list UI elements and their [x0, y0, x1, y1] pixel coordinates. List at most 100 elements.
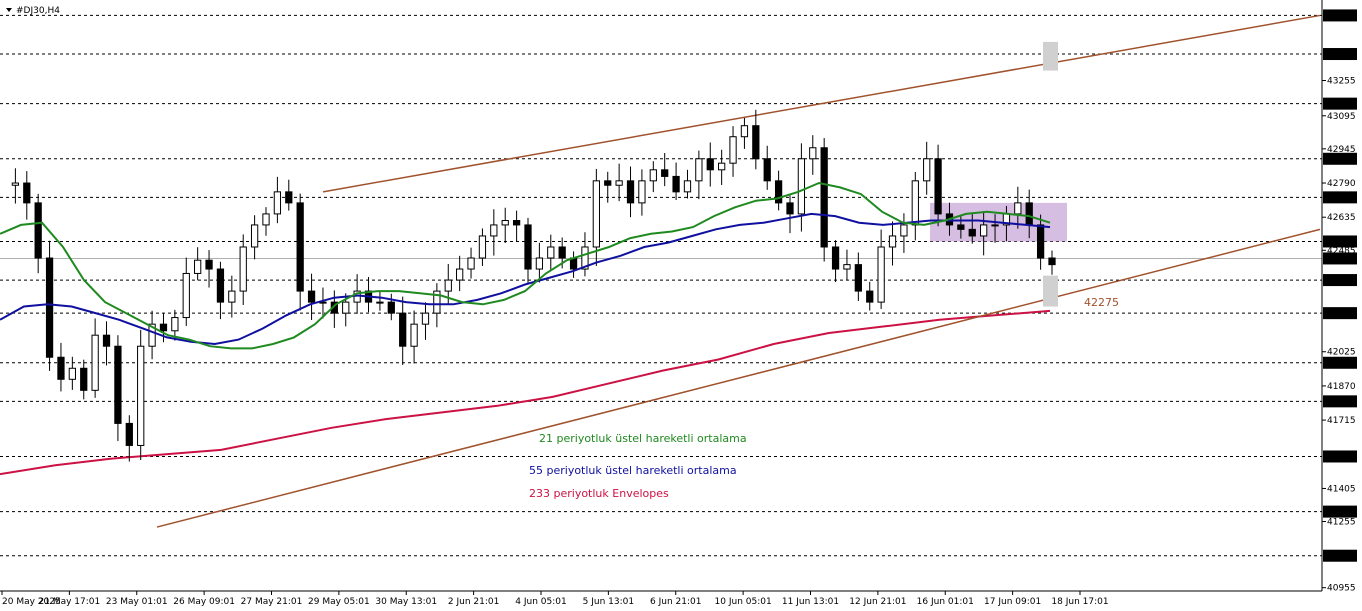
- candle-body: [638, 180, 646, 204]
- candle-body: [626, 180, 635, 204]
- legend-env233: 233 periyotluk Envelopes: [529, 487, 669, 500]
- candle-body: [102, 334, 111, 347]
- candle-body: [592, 180, 600, 248]
- price-level-label: 43150: [1326, 100, 1355, 110]
- candle-body: [683, 180, 692, 193]
- axis-tick-label: 41255: [1327, 518, 1356, 528]
- time-label: 4 Jun 05:01: [515, 597, 566, 607]
- time-label: 12 Jun 21:01: [849, 597, 906, 607]
- candle-body: [273, 191, 282, 215]
- time-label: 23 May 01:01: [106, 597, 168, 607]
- axis-tick-label: 41715: [1327, 416, 1356, 426]
- candle-body: [421, 312, 430, 325]
- candle-body: [1036, 224, 1045, 259]
- candle-body: [456, 268, 464, 281]
- candle-body: [877, 246, 885, 303]
- candle-body: [444, 279, 452, 292]
- candle-body: [467, 257, 475, 270]
- candle-body: [239, 246, 247, 292]
- price-level-label: 43550: [1326, 11, 1355, 21]
- candle-body: [672, 175, 680, 193]
- time-label: 5 Jun 13:01: [583, 597, 634, 607]
- candle-body: [307, 290, 316, 303]
- candle-body: [740, 125, 749, 138]
- target-marker-upper: [1043, 41, 1058, 71]
- candle-body: [718, 162, 726, 171]
- candle-body: [410, 323, 418, 347]
- price-level-label: 41550: [1326, 452, 1355, 462]
- time-label: 29 May 05:01: [308, 597, 370, 607]
- candle-body: [34, 202, 42, 259]
- candle-body: [1048, 257, 1056, 266]
- candle-body: [706, 158, 714, 171]
- candle-body: [752, 125, 760, 160]
- candle-body: [399, 312, 407, 347]
- candle-body: [80, 367, 88, 391]
- candle-body: [11, 182, 20, 186]
- candle-body: [763, 158, 771, 182]
- candle-body: [854, 264, 862, 292]
- price-level-label: 42350: [1326, 276, 1355, 286]
- axis-tick-label: 42945: [1327, 145, 1356, 155]
- candle-body: [68, 367, 76, 380]
- price-level-label: 42200: [1326, 309, 1355, 319]
- price-level-label: 42725: [1326, 193, 1355, 203]
- candle-body: [695, 158, 703, 182]
- candle-body: [923, 158, 931, 182]
- candle-body: [342, 301, 350, 314]
- candle-body: [661, 169, 669, 177]
- candle-body: [991, 224, 999, 227]
- time-label: 10 Jun 05:01: [715, 597, 772, 607]
- candle-body: [809, 147, 817, 160]
- candle-body: [285, 191, 293, 204]
- time-label: 17 Jun 09:01: [984, 597, 1041, 607]
- candle-body: [980, 224, 988, 237]
- candle-body: [125, 422, 133, 446]
- price-level-label: 41975: [1326, 359, 1355, 369]
- axis-tick-label: 41870: [1327, 382, 1356, 392]
- candle-body: [968, 228, 976, 237]
- time-label: 26 May 09:01: [173, 597, 235, 607]
- candle-body: [558, 246, 566, 259]
- symbol-label: #DJ30,H4: [16, 6, 60, 16]
- time-label: 21 May 17:01: [39, 597, 101, 607]
- axis-tick-label: 40955: [1327, 584, 1356, 594]
- time-label: 6 Jun 21:01: [650, 597, 701, 607]
- candle-body: [23, 182, 31, 204]
- candle-body: [45, 257, 54, 358]
- candle-body: [490, 224, 498, 237]
- candle-body: [205, 259, 213, 270]
- candle-body: [501, 220, 509, 226]
- candle-body: [615, 180, 623, 186]
- candle-body: [114, 345, 122, 424]
- target-label: 42275: [1084, 296, 1119, 309]
- candle-body: [296, 202, 304, 292]
- axis-tick-label: 43255: [1327, 76, 1356, 86]
- candle-body: [604, 180, 612, 186]
- candle-body: [843, 264, 851, 270]
- candle-body: [250, 224, 259, 248]
- chart-background: [0, 0, 1362, 611]
- candle-body: [911, 180, 919, 226]
- candle-body: [957, 224, 965, 230]
- candle-body: [262, 213, 270, 226]
- candle-body: [547, 246, 555, 259]
- candle-body: [194, 259, 202, 274]
- legend-ema21: 21 periyotluk üstel hareketli ortalama: [539, 432, 747, 445]
- candle-body: [182, 272, 190, 319]
- candle-body: [171, 317, 179, 332]
- candle-body: [774, 180, 783, 204]
- price-level-label: 42900: [1326, 155, 1355, 165]
- candle-body: [512, 220, 521, 226]
- candle-body: [228, 290, 236, 303]
- axis-tick-label: 42485: [1327, 246, 1356, 256]
- target-marker-lower: [1043, 275, 1058, 307]
- candle-body: [900, 224, 908, 237]
- time-label: 2 Jun 21:01: [448, 597, 499, 607]
- candle-body: [1014, 202, 1022, 215]
- candle-body: [729, 136, 737, 164]
- price-level-label: 41300: [1326, 508, 1355, 518]
- axis-tick-label: 42025: [1327, 348, 1356, 358]
- time-label: 16 Jun 01:01: [917, 597, 974, 607]
- candle-body: [649, 169, 657, 182]
